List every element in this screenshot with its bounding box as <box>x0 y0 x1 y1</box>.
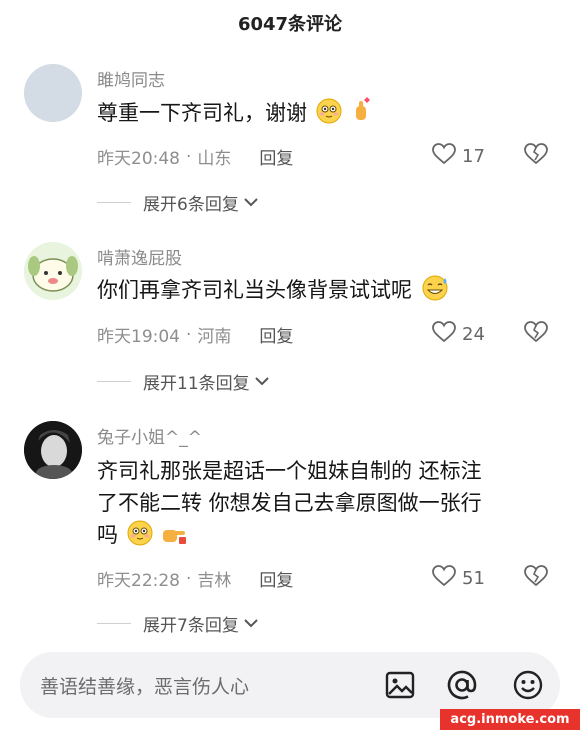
comment-text-line-last: 吗 <box>97 519 557 555</box>
divider <box>97 202 131 203</box>
chevron-down-icon <box>243 193 259 213</box>
comments-header: 6047条评论 <box>0 0 580 46</box>
like-button[interactable]: 17 <box>432 143 485 170</box>
expand-replies-button[interactable]: 展开7条回复 <box>97 611 259 636</box>
like-count: 17 <box>462 146 485 167</box>
meta-separator: · <box>186 324 192 345</box>
comment-username[interactable]: 兔子小姐^_^ <box>97 423 202 448</box>
comment-date: 昨天22:28 <box>97 571 180 591</box>
expand-replies-button[interactable]: 展开11条回复 <box>97 369 270 394</box>
meta-separator: · <box>186 146 192 167</box>
comment-username[interactable]: 啃萧逸屁股 <box>97 244 182 269</box>
emoji-icon[interactable] <box>512 669 544 705</box>
comment-username[interactable]: 雎鸠同志 <box>97 66 165 91</box>
sweat-smile-emoji <box>421 275 449 310</box>
expand-replies-label: 展开11条回复 <box>143 374 250 394</box>
divider <box>97 623 131 624</box>
comment-item: 兔子小姐^_^ 齐司礼那张是超话一个姐妹自制的 还标注 了不能二转 你想发自己去… <box>0 421 580 641</box>
comment-text-content: 尊重一下齐司礼，谢谢 <box>97 101 307 125</box>
comment-text[interactable]: 尊重一下齐司礼，谢谢 <box>97 96 557 133</box>
comment-text-line: 了不能二转 你想发自己去拿原图做一张行 <box>97 491 482 515</box>
comment-location: 山东 <box>197 149 232 169</box>
heart-outline-icon <box>432 143 456 170</box>
expand-replies-button[interactable]: 展开6条回复 <box>97 190 259 215</box>
blush-face-emoji <box>316 98 342 133</box>
dislike-heart-icon[interactable] <box>524 143 548 169</box>
image-icon[interactable] <box>384 669 416 705</box>
reply-button[interactable]: 回复 <box>259 322 293 347</box>
at-icon[interactable] <box>446 669 478 705</box>
expand-replies-label: 展开6条回复 <box>143 195 239 215</box>
like-count: 24 <box>462 324 485 345</box>
reply-button[interactable]: 回复 <box>259 566 293 591</box>
reply-button[interactable]: 回复 <box>259 144 293 169</box>
comment-date: 昨天20:48 <box>97 149 180 169</box>
comment-item: 雎鸠同志 尊重一下齐司礼，谢谢 昨天20:48 · 山东 回复 17 展开6条回… <box>0 64 580 224</box>
comment-input[interactable]: 善语结善缘，恶言伤人心 <box>40 672 249 699</box>
pointing-hand-emoji <box>161 522 187 555</box>
comment-date: 昨天19:04 <box>97 327 180 347</box>
comment-text-content: 你们再拿齐司礼当头像背景试试呢 <box>97 278 412 302</box>
comment-text[interactable]: 齐司礼那张是超话一个姐妹自制的 还标注 了不能二转 你想发自己去拿原图做一张行 … <box>97 455 557 555</box>
comment-item: 啃萧逸屁股 你们再拿齐司礼当头像背景试试呢 昨天19:04 · 河南 回复 24… <box>0 242 580 402</box>
avatar[interactable] <box>24 64 82 122</box>
comment-meta: 昨天22:28 · 吉林 回复 <box>97 566 293 592</box>
comment-text[interactable]: 你们再拿齐司礼当头像背景试试呢 <box>97 274 557 310</box>
avatar[interactable] <box>24 242 82 300</box>
dislike-heart-icon[interactable] <box>524 321 548 347</box>
chevron-down-icon <box>243 614 259 634</box>
comment-meta: 昨天20:48 · 山东 回复 <box>97 144 293 170</box>
divider <box>97 381 131 382</box>
expand-replies-label: 展开7条回复 <box>143 616 239 636</box>
blush-face-emoji <box>127 520 153 555</box>
chevron-down-icon <box>254 372 270 392</box>
dislike-heart-icon[interactable] <box>524 565 548 591</box>
comment-location: 河南 <box>197 327 232 347</box>
finger-heart-emoji <box>350 96 374 133</box>
comment-location: 吉林 <box>197 571 232 591</box>
heart-outline-icon <box>432 321 456 348</box>
comment-meta: 昨天19:04 · 河南 回复 <box>97 322 293 348</box>
comment-count-title: 6047条评论 <box>237 14 343 35</box>
avatar[interactable] <box>24 421 82 479</box>
comment-text-line: 吗 <box>97 523 118 547</box>
meta-separator: · <box>186 568 192 589</box>
like-button[interactable]: 51 <box>432 565 485 592</box>
like-count: 51 <box>462 568 485 589</box>
heart-outline-icon <box>432 565 456 592</box>
watermark: acg.inmoke.com <box>440 709 580 730</box>
comment-text-line: 齐司礼那张是超话一个姐妹自制的 还标注 <box>97 459 482 483</box>
like-button[interactable]: 24 <box>432 321 485 348</box>
